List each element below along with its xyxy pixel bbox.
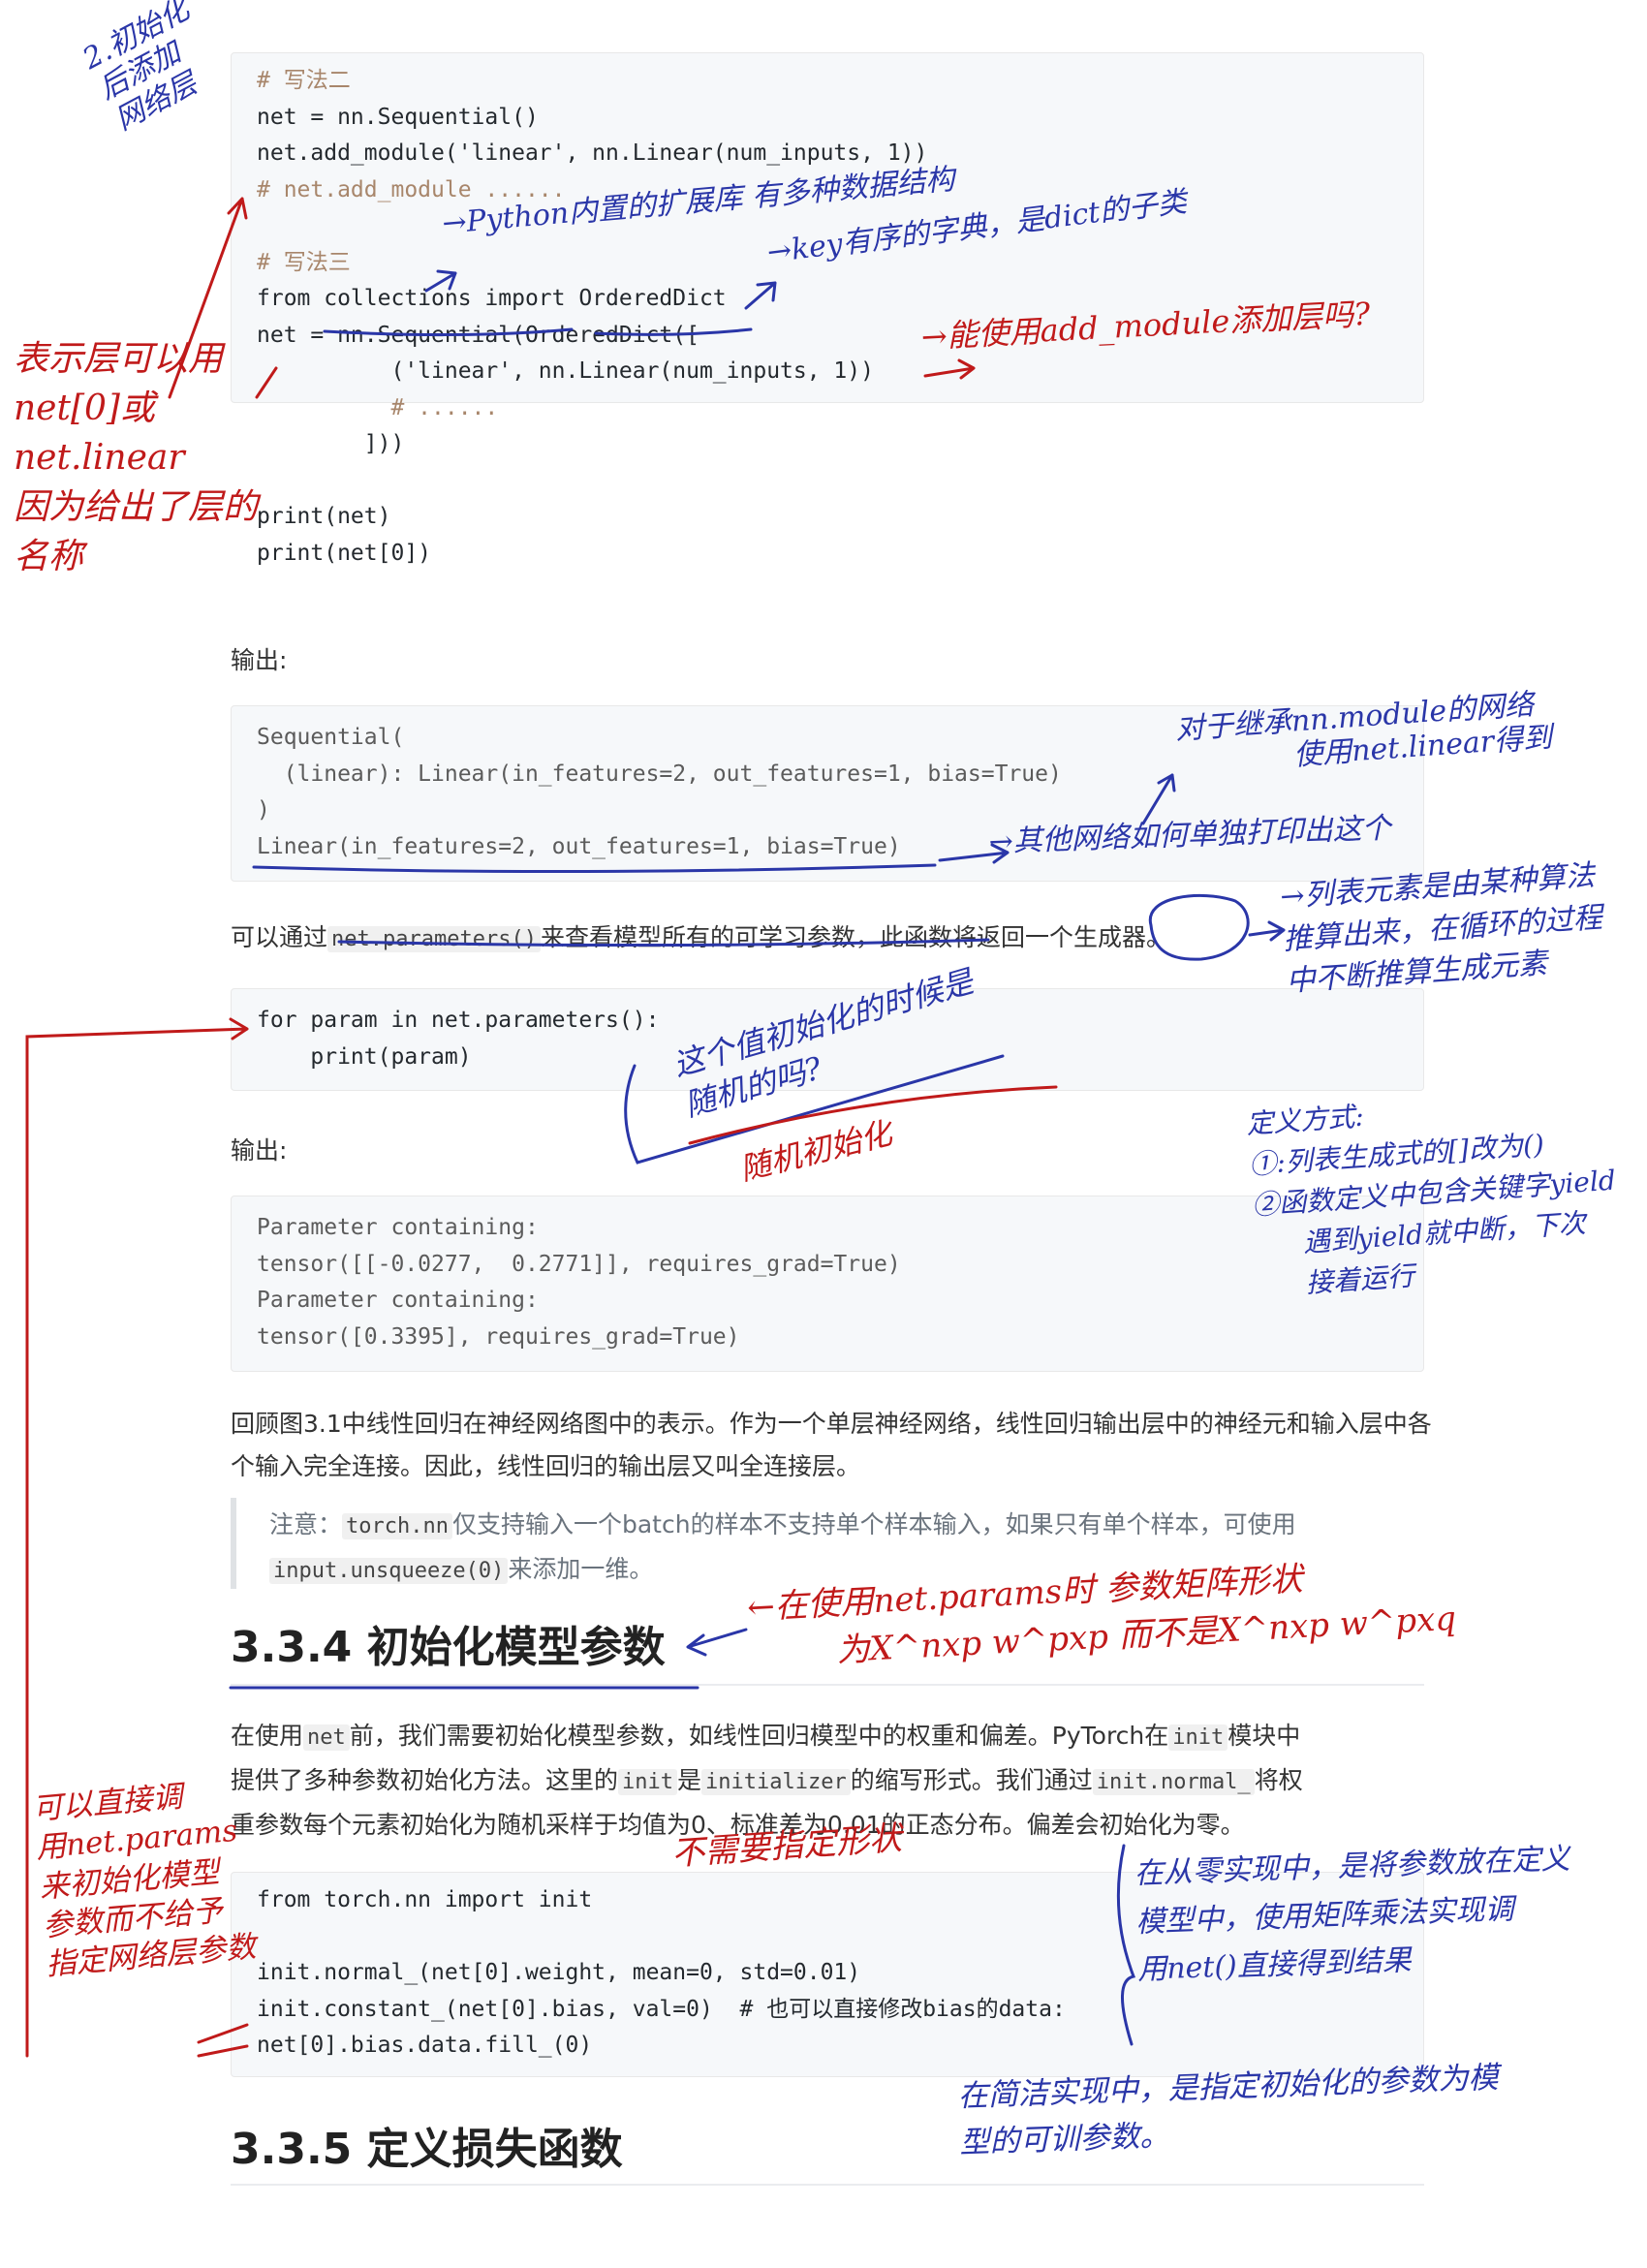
underline-collections [323,327,574,337]
arrow-init-lines2 [197,2044,249,2058]
underline-ordereddict [594,327,753,336]
annotation-generator-def: 定义方式: ①:列表生成式的[]改为() ②函数定义中包含关键字yield 遇到yie… [1245,1100,1617,1300]
annotation-generator: →列表元素是由某种算法 推算出来，在循环的过程 中不断推算生成元素 [1279,858,1603,999]
circle-generator [1148,893,1250,961]
arrow-heading [686,1628,748,1657]
annotation-scratch-impl: 在从零实现中，是将参数放在定义 模型中，使用矩阵乘法实现调 用net()直接得到结果 [1134,1842,1571,1987]
underline-linear [252,863,937,874]
arrow-python [424,269,457,293]
annotation-concise-impl: 在简洁实现中，是指定初始化的参数为模 型的可训参数。 [957,2060,1500,2160]
annotation-direct-init: 可以直接调 用net.params 来初始化模型 参数而不给予 指定网络层参数 [31,1779,258,1983]
annotation-net-index: 表示层可以用 net[0]或 net.linear 因为给出了层的 名称 [14,339,259,577]
arrow-net-linear [1141,773,1176,825]
arrow-ordered [744,281,777,310]
arrow-init-lines [197,2023,249,2044]
arrow-add-module [923,358,976,380]
bracket-scratch [1116,1844,1136,2046]
arrow-generator [1248,920,1286,942]
underline-parameters [337,938,990,948]
arrow-net-index2 [255,366,278,399]
